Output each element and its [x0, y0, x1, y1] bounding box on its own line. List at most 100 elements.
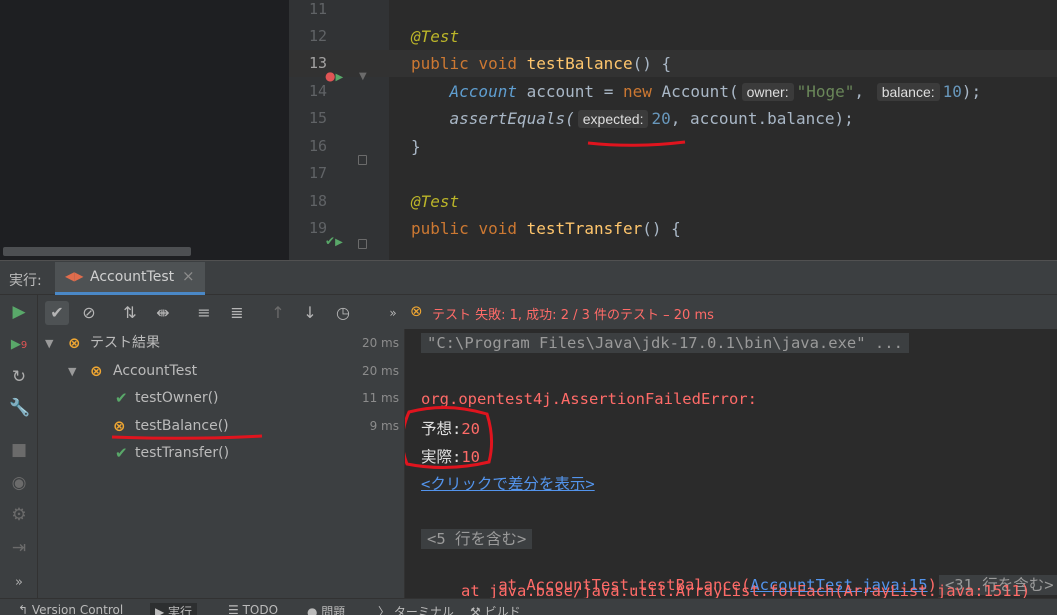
line-number: 16 [308, 137, 327, 155]
run-left-toolbar: ▶ ▶9 ↻ 🔧 ■ ◉ ⚙ ⇥ » [0, 295, 38, 598]
tab-label: ターミナル [393, 605, 454, 615]
keyword: void [478, 219, 517, 238]
stop-icon[interactable]: ■ [9, 440, 29, 460]
up-arrow-icon[interactable]: ↑ [266, 301, 290, 325]
tree-label: AccountTest [113, 363, 198, 379]
more-icon[interactable]: » [9, 573, 29, 593]
failed-test-run-icon[interactable]: ●▶ [325, 69, 343, 83]
code-line: 15 assertEquals(expected: 20, account.bal… [289, 105, 1057, 132]
param-hint: balance: [876, 83, 940, 101]
more-icon[interactable]: » [381, 301, 405, 325]
code-line: 11 [289, 0, 1057, 23]
sort-alpha-icon[interactable]: ⇅ [118, 301, 142, 325]
test-status-text: テスト 失敗: 1, 成功: 2 / 3 件のテスト – 20 ms [432, 308, 714, 323]
line-number: 18 [308, 192, 327, 210]
tab-accounttest[interactable]: ◀▶ AccountTest × [55, 262, 205, 295]
settings-icon[interactable]: ⚙ [9, 505, 29, 525]
code-text: () { [642, 219, 681, 238]
tab-label: 実行 [168, 605, 193, 615]
folded-lines[interactable]: <5 行を含む> [421, 529, 533, 549]
collapse-all-icon[interactable]: ≣ [225, 301, 249, 325]
tree-label: testTransfer() [135, 445, 230, 461]
annotation: @Test [411, 27, 460, 46]
trace-text: at java.base/java.util.ArrayList.forEach… [461, 582, 1031, 598]
sort-duration-icon[interactable]: ⇼ [151, 301, 175, 325]
keyword: public [411, 219, 469, 238]
line-number: 12 [308, 27, 327, 45]
tree-time: 20 ms [361, 364, 399, 378]
problems-tab[interactable]: ● 問題 [307, 603, 345, 615]
rerun-failed-icon[interactable]: ▶9 [9, 335, 29, 355]
line-number: 15 [308, 109, 327, 127]
wrench-icon[interactable]: 🔧 [9, 398, 30, 418]
string-literal: "Hoge" [796, 82, 855, 101]
check-icon: ✔ [115, 444, 128, 462]
tab-label: 問題 [321, 605, 346, 615]
code-line: 19 public void testTransfer() { [289, 215, 1057, 242]
run-label: 実行: [9, 273, 42, 289]
history-icon[interactable]: ◷ [331, 301, 355, 325]
test-config-icon: ◀▶ [65, 269, 84, 283]
run-tab[interactable]: ▶ 実行 [150, 603, 198, 615]
tree-time: 9 ms [369, 419, 399, 433]
fail-icon: ⊗ [68, 334, 81, 352]
number-literal: 20 [651, 109, 671, 128]
chevron-down-icon[interactable]: ▼ [68, 358, 76, 385]
code-line: 18 @Test [289, 188, 1057, 215]
horizontal-scrollbar[interactable] [3, 247, 191, 256]
camera-icon[interactable]: ◉ [9, 473, 29, 493]
run-tool-window-header: 実行: ◀▶ AccountTest × [0, 260, 1057, 295]
terminal-tab[interactable]: 〉 ターミナル [378, 603, 454, 615]
console-output[interactable]: "C:\Program Files\Java\jdk-17.0.1\bin\ja… [405, 329, 1057, 598]
command-line[interactable]: "C:\Program Files\Java\jdk-17.0.1\bin\ja… [421, 333, 909, 353]
passed-test-run-icon[interactable]: ✔▶ [325, 234, 343, 248]
method-call: assertEquals( [449, 109, 575, 128]
fold-start-icon[interactable] [358, 239, 367, 249]
fold-end-icon[interactable] [358, 155, 367, 165]
tree-label: testOwner() [135, 390, 219, 406]
code-editor[interactable]: 11 12 @Test 13 public void testBalance()… [0, 0, 1057, 260]
param-hint: owner: [741, 83, 794, 101]
build-tab[interactable]: ⚒ ビルド [470, 603, 521, 615]
tree-row-test[interactable]: ✔ testOwner() 11 ms [38, 385, 405, 412]
test-status-bar: ⊗ テスト 失敗: 1, 成功: 2 / 3 件のテスト – 20 ms [405, 295, 1057, 329]
todo-tab[interactable]: ☰ TODO [228, 603, 278, 615]
expand-all-icon[interactable]: ≡ [192, 301, 216, 325]
code-line: 17 [289, 160, 1057, 187]
tab-label: TODO [242, 603, 279, 615]
line-number: 14 [308, 82, 327, 100]
down-arrow-icon[interactable]: ↓ [298, 301, 322, 325]
tree-label: テスト結果 [90, 335, 160, 351]
tree-time: 11 ms [361, 391, 399, 405]
red-underline-mark [587, 140, 686, 147]
stop-sign-icon[interactable]: ⊘ [77, 301, 101, 325]
fold-marker-icon[interactable]: ▼ [359, 71, 367, 82]
close-icon[interactable]: × [182, 267, 195, 285]
check-icon[interactable]: ✔ [45, 301, 69, 325]
method-name: testBalance [526, 54, 633, 73]
tree-row-test[interactable]: ✔ testTransfer() [38, 440, 405, 467]
comma: , [854, 82, 865, 101]
chevron-down-icon[interactable]: ▼ [45, 330, 53, 357]
red-circle-mark [405, 405, 494, 470]
line-number: 11 [308, 0, 327, 18]
check-icon: ✔ [115, 389, 128, 407]
type-name: Account [449, 82, 517, 101]
tree-row-class[interactable]: ▼ ⊗ AccountTest 20 ms [38, 358, 405, 385]
keyword: void [478, 54, 517, 73]
run-icon[interactable]: ▶ [9, 302, 29, 322]
param-hint: expected: [577, 110, 649, 128]
annotation: @Test [411, 192, 460, 211]
code-text: ); [961, 82, 982, 101]
tab-label: ビルド [484, 605, 521, 615]
code-text: () { [632, 54, 672, 73]
keyword: public [411, 54, 469, 73]
exit-icon[interactable]: ⇥ [9, 538, 29, 558]
code-text: } [411, 137, 421, 156]
vcs-tab[interactable]: ↰ Version Control [18, 603, 123, 615]
fail-icon: ⊗ [410, 302, 423, 320]
toggle-auto-test-icon[interactable]: ↻ [9, 367, 29, 387]
red-underline-mark [111, 434, 263, 440]
tree-row-root[interactable]: ▼ ⊗ テスト結果 20 ms [38, 330, 405, 357]
diff-link[interactable]: <クリックで差分を表示> [421, 472, 595, 494]
